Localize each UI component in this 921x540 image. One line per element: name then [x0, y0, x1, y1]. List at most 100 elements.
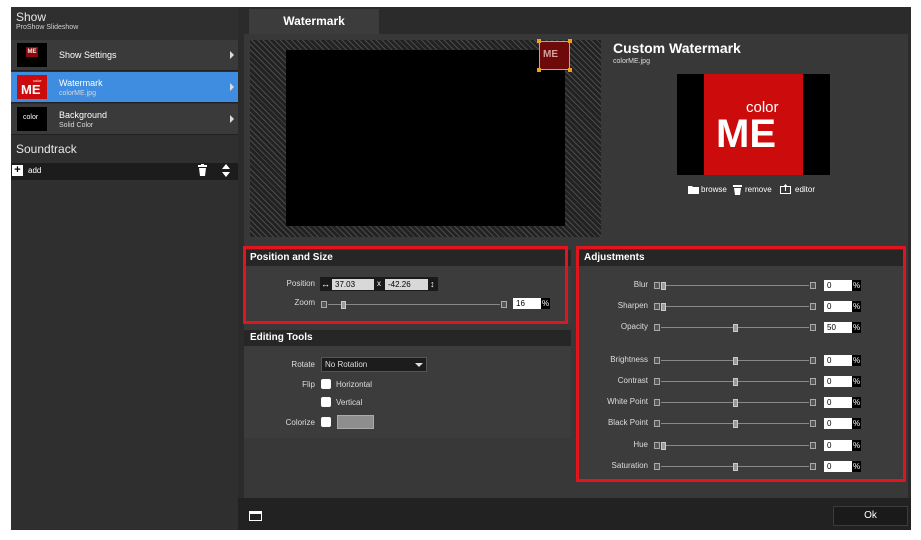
slider-thumb[interactable] — [661, 282, 666, 290]
watermark-overlay[interactable]: ME — [539, 41, 570, 70]
resize-handle[interactable] — [568, 39, 572, 43]
slider-thumb[interactable] — [732, 378, 738, 386]
trash-icon[interactable] — [198, 164, 207, 176]
adjustment-input[interactable]: 0 — [824, 301, 852, 312]
tab-watermark[interactable]: Watermark — [249, 9, 379, 34]
trash-icon[interactable] — [733, 184, 742, 195]
adjustment-slider[interactable] — [654, 378, 816, 386]
adjustment-input[interactable]: 0 — [824, 440, 852, 451]
adjustment-input[interactable]: 0 — [824, 355, 852, 366]
slider-end-cap[interactable] — [810, 378, 816, 385]
sidebar-item-label: Watermark — [59, 78, 103, 88]
slider-end-cap[interactable] — [654, 442, 660, 449]
slider-end-cap[interactable] — [810, 442, 816, 449]
preview-canvas — [286, 50, 565, 226]
flip-horizontal-checkbox[interactable] — [321, 379, 331, 389]
adjustment-percent: % — [852, 280, 861, 291]
chevron-down-icon — [415, 363, 423, 367]
zoom-slider[interactable] — [321, 301, 507, 309]
slider-thumb[interactable] — [732, 420, 738, 428]
adjustment-slider[interactable] — [654, 463, 816, 471]
adjustment-input[interactable]: 0 — [824, 397, 852, 408]
adjustment-label: White Point — [607, 397, 648, 406]
window-icon[interactable] — [249, 511, 262, 521]
add-icon[interactable]: + — [12, 165, 23, 176]
bottom-bar — [238, 498, 911, 530]
slider-end-cap[interactable] — [654, 378, 660, 385]
slider-end-cap[interactable] — [321, 301, 327, 308]
adjustment-slider[interactable] — [654, 357, 816, 365]
adjustment-input[interactable]: 0 — [824, 461, 852, 472]
ok-button[interactable]: Ok — [833, 506, 908, 526]
resize-handle[interactable] — [537, 68, 541, 72]
colorize-checkbox[interactable] — [321, 417, 331, 427]
adjustment-label: Hue — [633, 440, 648, 449]
zoom-input[interactable]: 16 — [513, 298, 541, 309]
adjustment-slider[interactable] — [654, 303, 816, 311]
browse-button[interactable]: browse — [701, 185, 727, 194]
editor-icon[interactable] — [780, 184, 791, 194]
slider-thumb[interactable] — [661, 442, 666, 450]
reorder-arrows-icon[interactable] — [222, 164, 230, 177]
slider-end-cap[interactable] — [654, 463, 660, 470]
adjustment-slider[interactable] — [654, 442, 816, 450]
slider-thumb[interactable] — [732, 324, 738, 332]
horizontal-arrows-icon: ↔ — [321, 279, 330, 289]
flip-vertical-checkbox[interactable] — [321, 397, 331, 407]
sidebar-item-watermark[interactable]: color ME Watermark colorME.jpg — [11, 72, 238, 103]
adjustment-slider[interactable] — [654, 324, 816, 332]
slider-thumb[interactable] — [732, 463, 738, 471]
adjustment-percent: % — [852, 461, 861, 472]
slider-thumb[interactable] — [341, 301, 347, 309]
slider-end-cap[interactable] — [654, 324, 660, 331]
adjustment-input[interactable]: 0 — [824, 418, 852, 429]
slider-end-cap[interactable] — [810, 357, 816, 364]
rotate-select[interactable]: No Rotation — [321, 357, 427, 372]
background-thumbnail: color — [17, 107, 47, 131]
position-x-input[interactable]: 37.03 — [332, 279, 374, 290]
slider-end-cap[interactable] — [810, 399, 816, 406]
colorize-swatch[interactable] — [337, 415, 374, 429]
slider-end-cap[interactable] — [654, 303, 660, 310]
rotate-select-value: No Rotation — [325, 360, 368, 369]
slider-end-cap[interactable] — [654, 399, 660, 406]
slider-end-cap[interactable] — [654, 282, 660, 289]
adjustment-percent: % — [852, 322, 861, 333]
adjustment-slider[interactable] — [654, 282, 816, 290]
slider-end-cap[interactable] — [654, 420, 660, 427]
slider-end-cap[interactable] — [654, 357, 660, 364]
adjustment-input[interactable]: 50 — [824, 322, 852, 333]
flip-label: Flip — [302, 380, 315, 389]
logo-box: color ME — [704, 74, 803, 175]
slider-end-cap[interactable] — [810, 303, 816, 310]
chevron-right-icon — [230, 83, 234, 91]
position-y-input[interactable]: -42.26 — [385, 279, 428, 290]
slider-track — [661, 445, 809, 446]
watermark-thumbnail-large[interactable]: color ME — [677, 74, 830, 175]
logo-big-text: ME — [716, 112, 776, 156]
slider-end-cap[interactable] — [810, 463, 816, 470]
slider-end-cap[interactable] — [810, 324, 816, 331]
adjustment-input[interactable]: 0 — [824, 280, 852, 291]
adjustment-percent: % — [852, 376, 861, 387]
slider-end-cap[interactable] — [810, 282, 816, 289]
sidebar-item-show-settings[interactable]: ME Show Settings — [11, 40, 238, 71]
chevron-right-icon — [230, 51, 234, 59]
remove-button[interactable]: remove — [745, 185, 772, 194]
add-soundtrack-button[interactable]: add — [28, 166, 41, 175]
watermark-filename: colorME.jpg — [613, 58, 650, 65]
slider-thumb[interactable] — [661, 303, 666, 311]
adjustment-slider[interactable] — [654, 420, 816, 428]
editor-button[interactable]: editor — [795, 185, 815, 194]
adjustment-input[interactable]: 0 — [824, 376, 852, 387]
slider-thumb[interactable] — [732, 399, 738, 407]
slider-thumb[interactable] — [732, 357, 738, 365]
zoom-percent: % — [541, 298, 550, 309]
folder-icon[interactable] — [688, 185, 699, 194]
slider-end-cap[interactable] — [501, 301, 507, 308]
resize-handle[interactable] — [568, 68, 572, 72]
adjustment-slider[interactable] — [654, 399, 816, 407]
slider-end-cap[interactable] — [810, 420, 816, 427]
resize-handle[interactable] — [537, 39, 541, 43]
sidebar-item-background[interactable]: color Background Solid Color — [11, 104, 238, 135]
